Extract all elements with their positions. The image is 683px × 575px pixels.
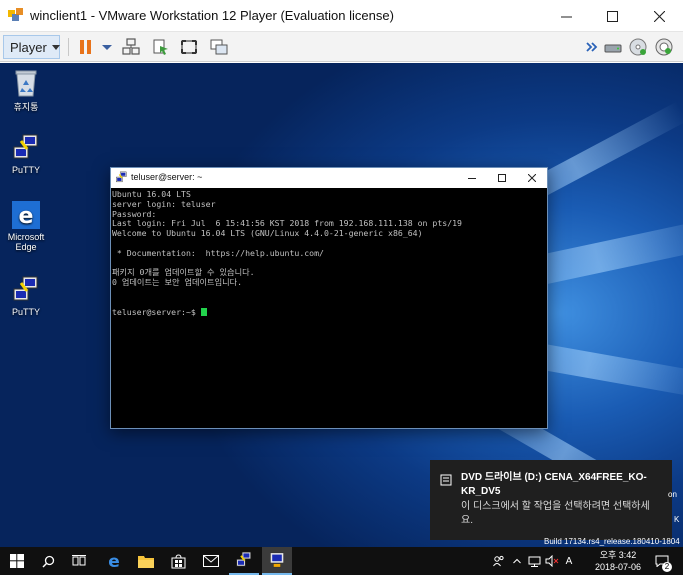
clock-time: 오후 3:42	[599, 550, 637, 560]
action-center-button[interactable]: 2	[650, 547, 674, 575]
windows-logo-icon	[10, 554, 24, 568]
shell-prompt: teluser@server:~$	[112, 306, 201, 317]
terminal-output[interactable]: Ubuntu 16.04 LTS server login: teluser P…	[111, 188, 547, 428]
maximize-icon	[606, 10, 618, 22]
minimize-icon	[560, 16, 572, 17]
notification-title: DVD 드라이브 (D:) CENA_X64FREE_KO-KR_DV5	[461, 472, 647, 497]
terminal-line: server login: teluser	[112, 198, 216, 209]
recycle-bin-icon	[15, 70, 37, 97]
taskbar-edge[interactable]: e	[99, 547, 129, 575]
minimize-button[interactable]	[543, 0, 589, 32]
vmware-app-icon	[8, 8, 23, 21]
task-view-button[interactable]	[64, 547, 94, 575]
volume-muted-icon	[545, 555, 559, 567]
network-icon	[528, 556, 540, 567]
full-screen-icon[interactable]	[179, 37, 199, 57]
minimize-icon	[468, 178, 476, 179]
terminal-line: Welcome to Ubuntu 16.04 LTS (GNU/Linux 4…	[112, 228, 423, 239]
switch-window-icon[interactable]	[209, 37, 229, 57]
terminal-prompt-line: teluser@server:~$	[112, 306, 547, 318]
folder-icon	[138, 556, 154, 568]
taskbar-putty-1[interactable]	[229, 547, 259, 575]
chevron-up-icon	[513, 558, 521, 564]
putty-maximize-button[interactable]	[487, 168, 517, 188]
tray-network[interactable]	[526, 547, 542, 575]
terminal-cursor	[200, 307, 207, 316]
taskbar-file-explorer[interactable]	[131, 547, 161, 575]
vmware-titlebar: winclient1 - VMware Workstation 12 Playe…	[0, 0, 683, 32]
putty-title: teluser@server: ~	[131, 172, 203, 182]
notification-count-badge: 2	[662, 562, 672, 572]
cd-drive-icon[interactable]	[628, 37, 648, 57]
autoplay-notification[interactable]: DVD 드라이브 (D:) CENA_X64FREE_KO-KR_DV5 이 디…	[430, 460, 672, 540]
putty-icon	[13, 134, 38, 159]
send-ctrl-alt-del-icon[interactable]	[121, 37, 141, 57]
mail-icon	[203, 555, 219, 567]
search-button[interactable]	[33, 547, 63, 575]
svg-text:e: e	[19, 204, 34, 229]
putty-window[interactable]: teluser@server: ~ Ubuntu 16.04 LTS serve…	[110, 167, 548, 429]
people-icon	[493, 555, 504, 567]
svg-text:e: e	[108, 553, 120, 569]
taskbar-clock[interactable]: 오후 3:42 2018-07-06	[594, 549, 642, 573]
taskbar-store[interactable]	[163, 547, 193, 575]
taskbar: e A 오후 3:42 2018-07-06 2	[0, 547, 683, 575]
player-menu-label: Player	[10, 39, 47, 55]
unity-icon[interactable]	[151, 37, 171, 57]
edge-icon: e	[108, 553, 120, 569]
desktop-icon-putty-1[interactable]: PuTTY	[0, 133, 52, 175]
putty-icon	[236, 551, 251, 567]
maximize-button[interactable]	[589, 0, 635, 32]
putty-icon	[13, 276, 38, 301]
watermark-text: K	[674, 515, 680, 524]
start-button[interactable]	[2, 547, 32, 575]
maximize-icon	[498, 174, 506, 182]
task-view-icon	[72, 555, 86, 566]
desktop-icon-label: 휴지통	[13, 102, 39, 112]
vmware-toolbar: Player	[0, 32, 683, 62]
edge-icon: e	[12, 201, 40, 229]
tray-people[interactable]	[490, 547, 508, 575]
desktop-icon-edge[interactable]: e Microsoft Edge	[0, 200, 52, 252]
putty-icon	[116, 171, 127, 183]
tray-volume[interactable]	[544, 547, 560, 575]
desktop-icon-putty-2[interactable]: PuTTY	[0, 275, 52, 317]
toolbar-divider	[68, 38, 69, 56]
network-adapter-icon[interactable]	[654, 37, 674, 57]
taskbar-putty-2[interactable]	[262, 547, 292, 575]
putty-close-button[interactable]	[517, 168, 547, 188]
close-button[interactable]	[636, 0, 682, 32]
guest-desktop: 휴지통 PuTTY e Microsoft Edge PuTTY teluser…	[0, 63, 683, 547]
desktop-icon-recycle-bin[interactable]: 휴지통	[0, 68, 52, 113]
pause-dropdown-icon[interactable]	[97, 37, 117, 57]
chevron-down-icon	[51, 44, 60, 50]
desktop-icon-label: PuTTY	[11, 165, 40, 175]
pause-icon[interactable]	[76, 37, 96, 57]
notification-body: 이 디스크에서 할 작업을 선택하려면 선택하세요.	[461, 501, 650, 526]
tray-ime-button[interactable]: A	[562, 547, 576, 575]
double-chevron-right-icon[interactable]	[582, 37, 602, 57]
putty-titlebar[interactable]: teluser@server: ~	[111, 168, 547, 188]
disc-drive-icon	[440, 474, 452, 486]
store-icon	[171, 553, 185, 568]
desktop-icon-label: PuTTY	[11, 307, 40, 317]
window-title: winclient1 - VMware Workstation 12 Playe…	[30, 8, 394, 23]
taskbar-mail[interactable]	[196, 547, 226, 575]
putty-minimize-button[interactable]	[457, 168, 487, 188]
terminal-line: 0 업데이트는 보안 업데이트입니다.	[112, 277, 243, 288]
close-icon	[528, 174, 536, 182]
tray-show-hidden-icons[interactable]	[510, 547, 524, 575]
terminal-line: * Documentation: https://help.ubuntu.com…	[112, 247, 324, 258]
build-watermark: Build 17134.rs4_release.180410-1804	[544, 537, 680, 546]
desktop-icon-label: Microsoft Edge	[7, 232, 45, 252]
player-menu-button[interactable]: Player	[3, 35, 60, 59]
search-icon	[41, 555, 54, 568]
clock-date: 2018-07-06	[594, 562, 642, 572]
putty-session-icon	[270, 552, 284, 568]
close-icon	[653, 10, 665, 22]
watermark-text: on	[668, 490, 677, 499]
hard-disk-icon[interactable]	[603, 37, 623, 57]
